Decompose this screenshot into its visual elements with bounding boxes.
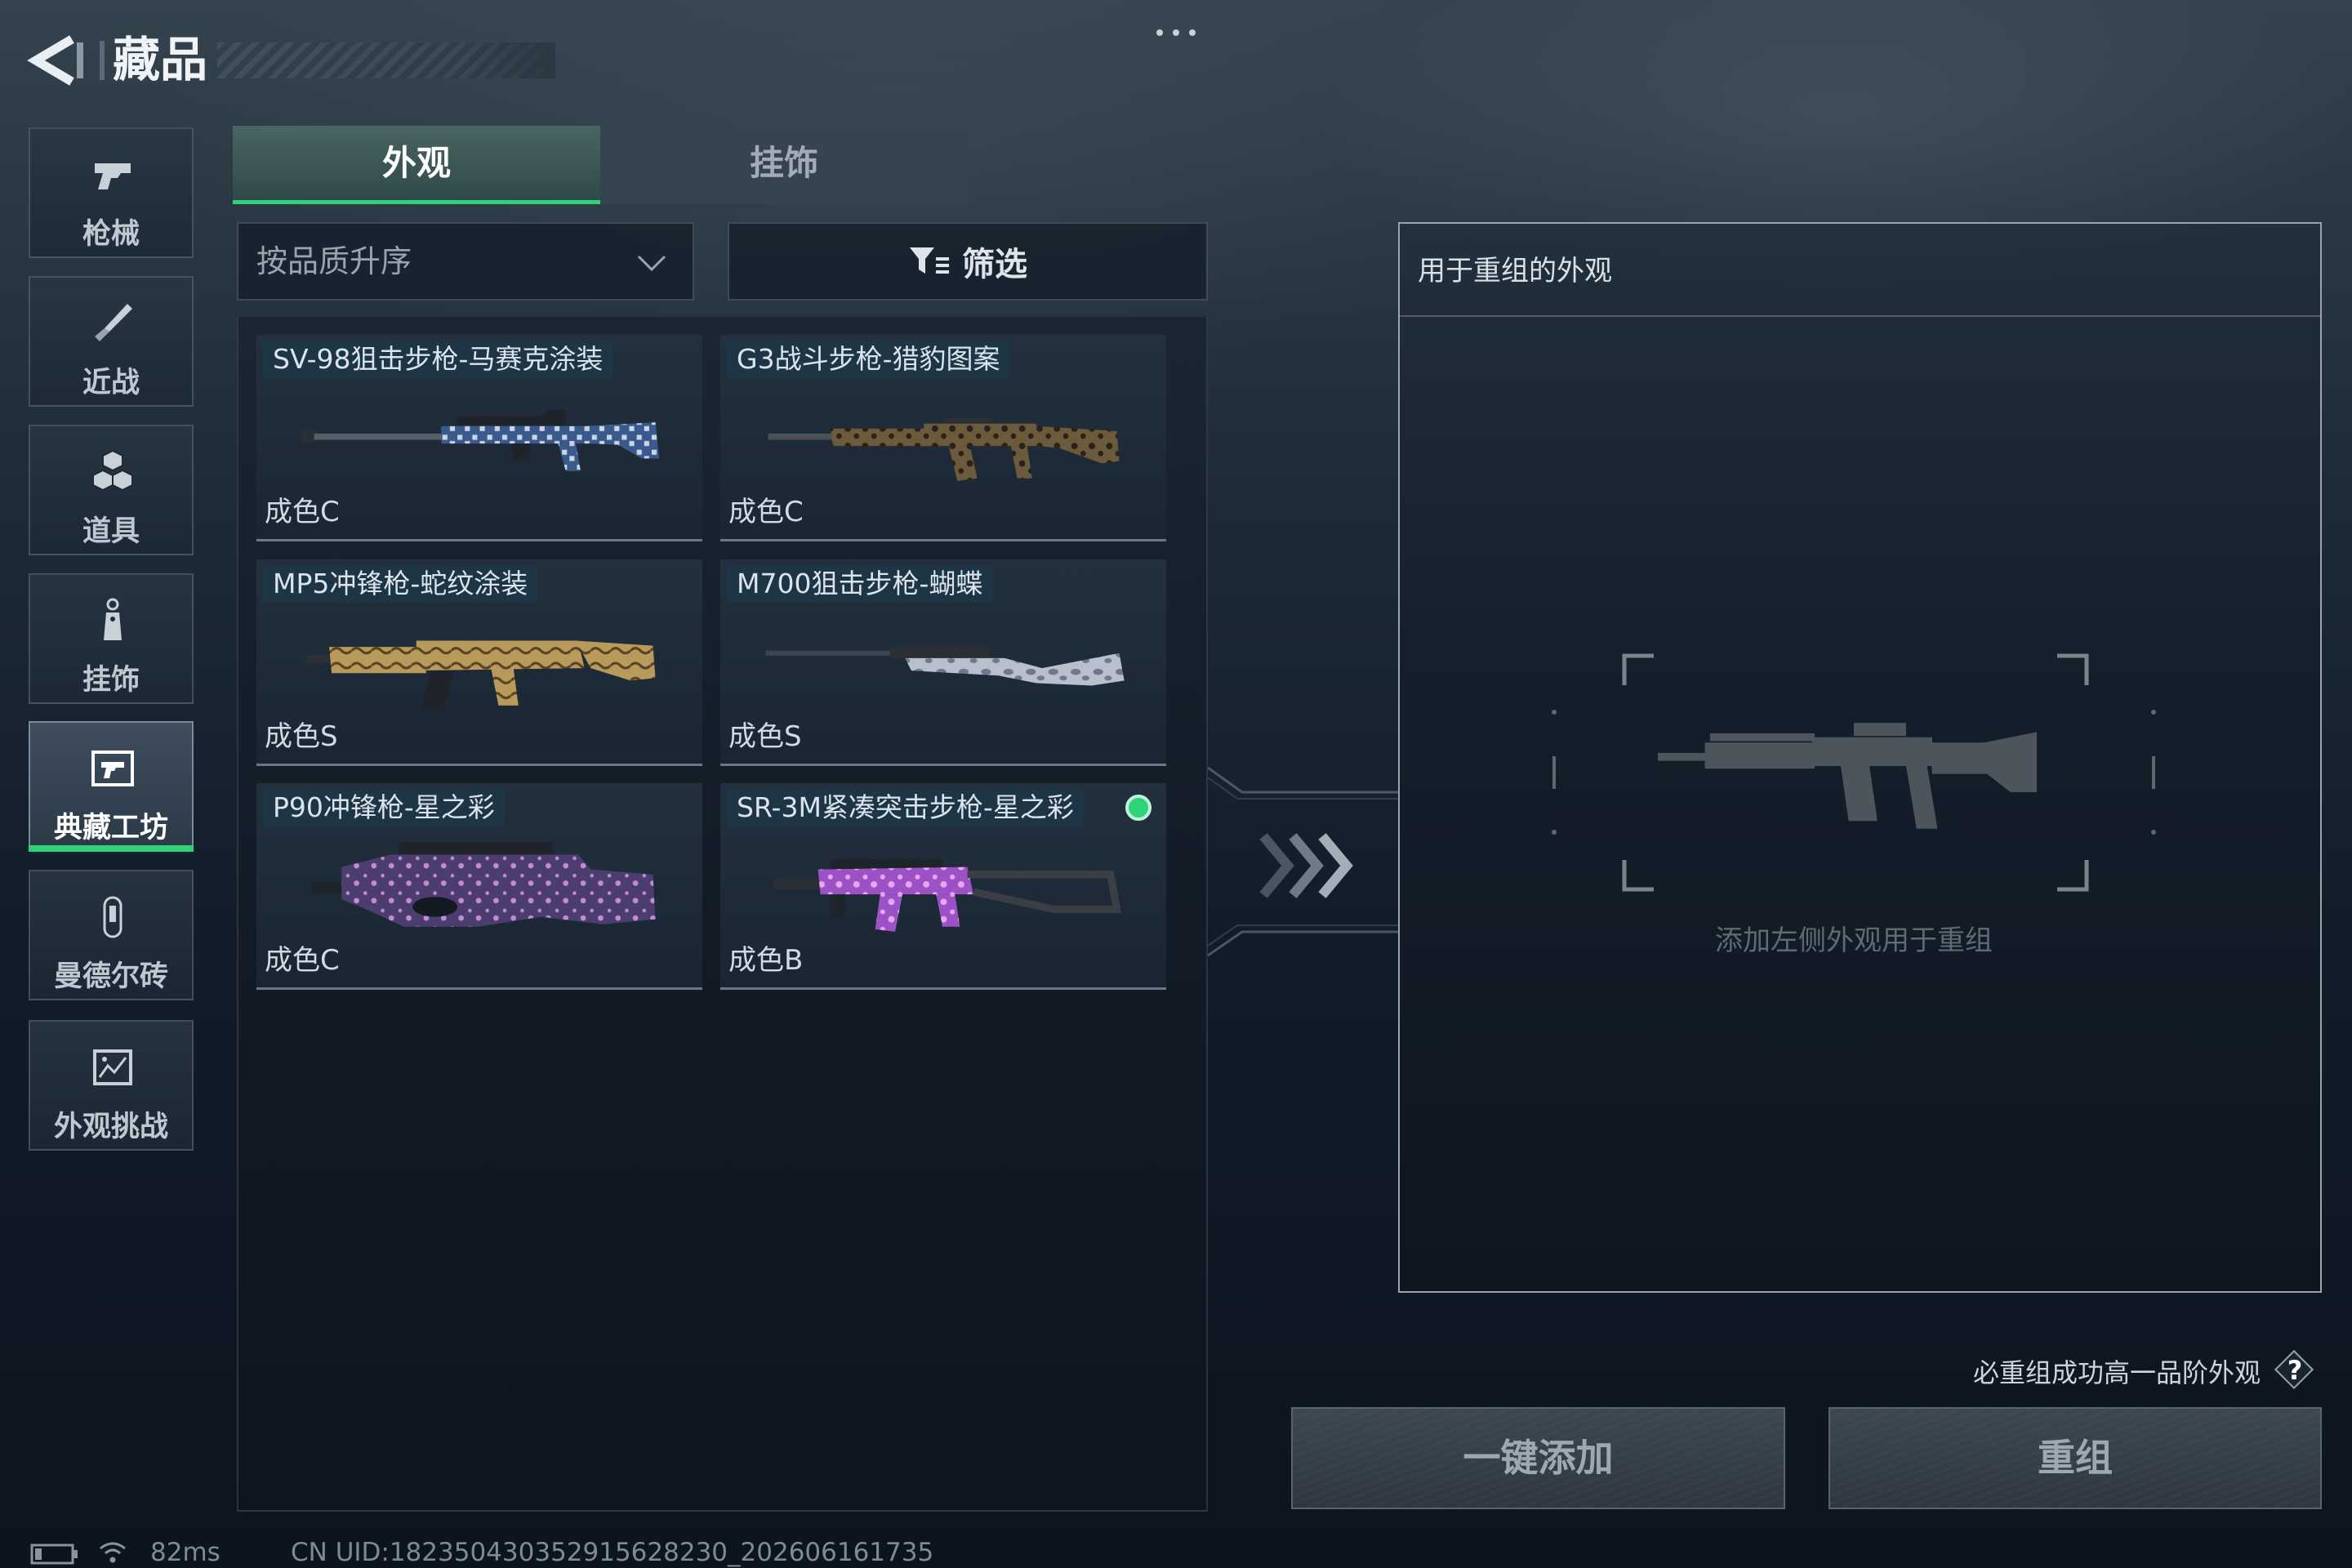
- question-icon[interactable]: ?: [2274, 1349, 2316, 1392]
- skin-quality: 成色C: [265, 944, 340, 977]
- sidebar-item-label: 枪械: [82, 218, 140, 251]
- ping-text: 82ms: [150, 1538, 220, 1567]
- back-arrow-icon: [27, 35, 83, 86]
- sidebar-item-skin-challenge[interactable]: 外观挑战: [29, 1020, 194, 1151]
- battery-icon: [30, 1544, 78, 1565]
- skin-card[interactable]: G3战斗步枪-猎豹图案 成色C: [720, 335, 1166, 541]
- brick-icon: [103, 896, 122, 938]
- skin-name: P90冲锋枪-星之彩: [263, 789, 505, 826]
- chevron-down-icon: [637, 255, 666, 272]
- g3-skin-image: [768, 417, 1120, 481]
- filter-icon: [910, 247, 949, 274]
- skin-card[interactable]: M700狙击步枪-蝴蝶 成色S: [720, 559, 1166, 766]
- filter-button[interactable]: 筛选: [728, 222, 1208, 301]
- sidebar-item-guns[interactable]: 枪械: [29, 127, 194, 258]
- more-dots-icon[interactable]: [1153, 24, 1199, 41]
- panel-divider: [1400, 315, 2320, 317]
- sort-dropdown[interactable]: 按品质升序: [237, 222, 694, 301]
- skin-quality: 成色S: [265, 720, 338, 753]
- skin-name: G3战斗步枪-猎豹图案: [727, 341, 1010, 378]
- sidebar-item-workshop[interactable]: 典藏工坊: [29, 721, 194, 852]
- skin-name: M700狙击步枪-蝴蝶: [727, 565, 993, 603]
- skin-quality: 成色C: [728, 496, 804, 528]
- tab-appearance[interactable]: 外观: [233, 126, 600, 204]
- recombine-panel-title: 用于重组的外观: [1418, 255, 1612, 287]
- sort-selected-value: 按品质升序: [256, 243, 412, 279]
- title-separator: [100, 41, 105, 80]
- p90-skin-image: [311, 842, 656, 927]
- sidebar-item-label: 外观挑战: [53, 1111, 168, 1143]
- filter-label: 筛选: [962, 246, 1027, 283]
- gun-icon: [95, 163, 131, 189]
- sidebar-item-label: 近战: [82, 367, 140, 399]
- page-title: 藏品: [113, 32, 208, 87]
- sidebar-item-melee[interactable]: 近战: [29, 276, 194, 407]
- help-glyph: ?: [2287, 1355, 2303, 1386]
- sidebar-item-items[interactable]: 道具: [29, 425, 194, 555]
- add-all-button[interactable]: 一键添加: [1291, 1407, 1785, 1509]
- skin-name: SV-98狙击步枪-马赛克涂装: [263, 341, 613, 378]
- knife-icon: [95, 304, 132, 341]
- skin-grid-panel: SV-98狙击步枪-马赛克涂装 成色C G3战斗步枪-猎豹图案 成色C MP5冲…: [237, 315, 1208, 1512]
- sr3m-skin-image: [773, 859, 1121, 932]
- m700-skin-image: [765, 645, 1125, 686]
- sidebar-item-label: 曼德尔砖: [53, 960, 168, 993]
- sidebar-item-mandel-brick[interactable]: 曼德尔砖: [29, 870, 194, 1000]
- skin-card[interactable]: P90冲锋枪-星之彩 成色C: [256, 783, 702, 990]
- sidebar-item-label: 挂饰: [82, 664, 140, 697]
- tab-charms[interactable]: 挂饰: [600, 126, 968, 204]
- sidebar-item-label: 道具: [82, 515, 140, 548]
- skin-card[interactable]: SR-3M紧凑突击步枪-星之彩 成色B: [720, 783, 1166, 990]
- sidebar-item-charms[interactable]: 挂饰: [29, 573, 194, 704]
- tab-bar: 外观 挂饰: [233, 126, 968, 204]
- skin-name: MP5冲锋枪-蛇纹涂装: [263, 565, 538, 603]
- title-decoration: [217, 42, 555, 78]
- back-button[interactable]: [21, 31, 90, 90]
- workshop-icon: [91, 751, 134, 786]
- mp5-skin-image: [306, 640, 656, 713]
- skin-indicator-dot: [1125, 795, 1152, 821]
- sv98-skin-image: [301, 409, 660, 471]
- charm-icon: [104, 598, 122, 640]
- skin-card[interactable]: MP5冲锋枪-蛇纹涂装 成色S: [256, 559, 702, 766]
- skin-quality: 成色B: [728, 944, 804, 977]
- wifi-icon: [100, 1542, 126, 1563]
- triple-chevron-right-icon: [1259, 833, 1353, 898]
- recombine-placeholder-text: 添加左侧外观用于重组: [1715, 924, 1993, 957]
- recombine-button[interactable]: 重组: [1829, 1407, 2322, 1509]
- skin-quality: 成色S: [728, 720, 802, 753]
- sidebar-item-label: 典藏工坊: [53, 812, 168, 844]
- items-icon: [92, 449, 133, 492]
- rifle-placeholder-icon: [1658, 723, 2037, 829]
- challenge-icon: [93, 1049, 132, 1085]
- guarantee-text: 必重组成功高一品阶外观: [1972, 1357, 2261, 1388]
- uid-text: CN UID:182350430352915628230_20260616173…: [291, 1538, 934, 1567]
- skin-name: SR-3M紧凑突击步枪-星之彩: [727, 789, 1084, 826]
- skin-card[interactable]: SV-98狙击步枪-马赛克涂装 成色C: [256, 335, 702, 541]
- skin-quality: 成色C: [265, 496, 340, 528]
- transfer-connector: [1208, 766, 1398, 957]
